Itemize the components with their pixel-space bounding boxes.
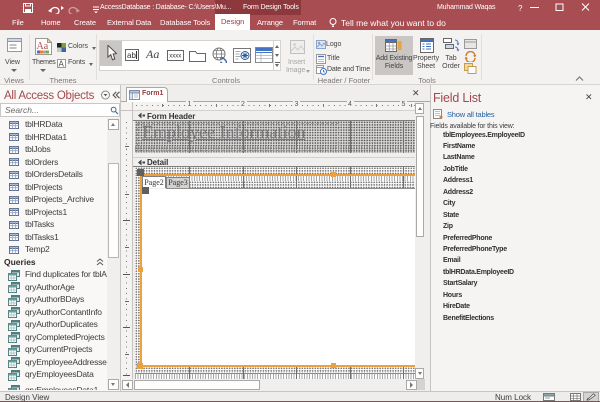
svg-text:xxxx: xxxx — [169, 54, 181, 60]
svg-text:Aa: Aa — [37, 41, 49, 52]
svg-text:A: A — [59, 60, 65, 69]
svg-text:ab: ab — [127, 51, 136, 60]
